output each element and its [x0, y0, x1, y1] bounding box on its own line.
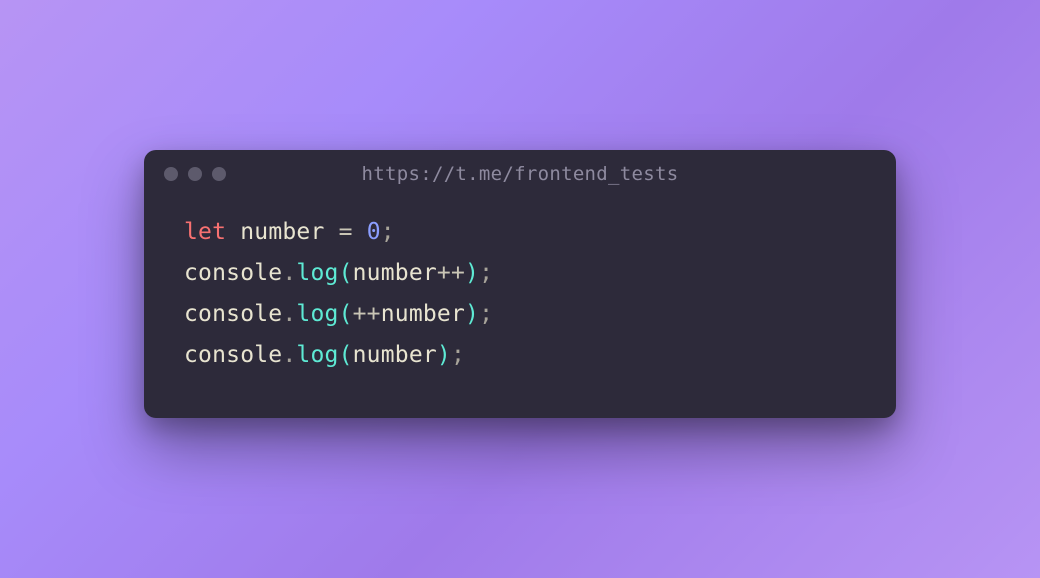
object-console: console	[184, 301, 282, 327]
object-console: console	[184, 342, 282, 368]
code-line: console.log(number++);	[184, 253, 856, 294]
variable: number	[381, 301, 465, 327]
semicolon: ;	[451, 342, 465, 368]
function-log: log	[296, 342, 338, 368]
variable: number	[353, 342, 437, 368]
code-line: console.log(++number);	[184, 294, 856, 335]
object-console: console	[184, 260, 282, 286]
minimize-icon[interactable]	[188, 167, 202, 181]
operator-assign: =	[339, 219, 353, 245]
code-line: console.log(number);	[184, 335, 856, 376]
function-log: log	[296, 301, 338, 327]
dot: .	[282, 301, 296, 327]
keyword-let: let	[184, 219, 226, 245]
window-titlebar: https://t.me/frontend_tests	[144, 150, 896, 198]
code-line: let number = 0;	[184, 212, 856, 253]
identifier: number	[240, 219, 324, 245]
function-log: log	[296, 260, 338, 286]
variable: number	[353, 260, 437, 286]
code-area: let number = 0; console.log(number++); c…	[144, 198, 896, 418]
number-literal: 0	[367, 219, 381, 245]
maximize-icon[interactable]	[212, 167, 226, 181]
paren-close: )	[465, 260, 479, 286]
code-window: https://t.me/frontend_tests let number =…	[144, 150, 896, 418]
paren-open: (	[339, 260, 353, 286]
window-title: https://t.me/frontend_tests	[144, 163, 896, 185]
traffic-lights	[164, 167, 226, 181]
paren-close: )	[437, 342, 451, 368]
semicolon: ;	[479, 260, 493, 286]
operator-increment: ++	[437, 260, 465, 286]
close-icon[interactable]	[164, 167, 178, 181]
dot: .	[282, 260, 296, 286]
semicolon: ;	[381, 219, 395, 245]
dot: .	[282, 342, 296, 368]
semicolon: ;	[479, 301, 493, 327]
operator-increment: ++	[353, 301, 381, 327]
paren-open: (	[339, 342, 353, 368]
paren-open: (	[339, 301, 353, 327]
paren-close: )	[465, 301, 479, 327]
